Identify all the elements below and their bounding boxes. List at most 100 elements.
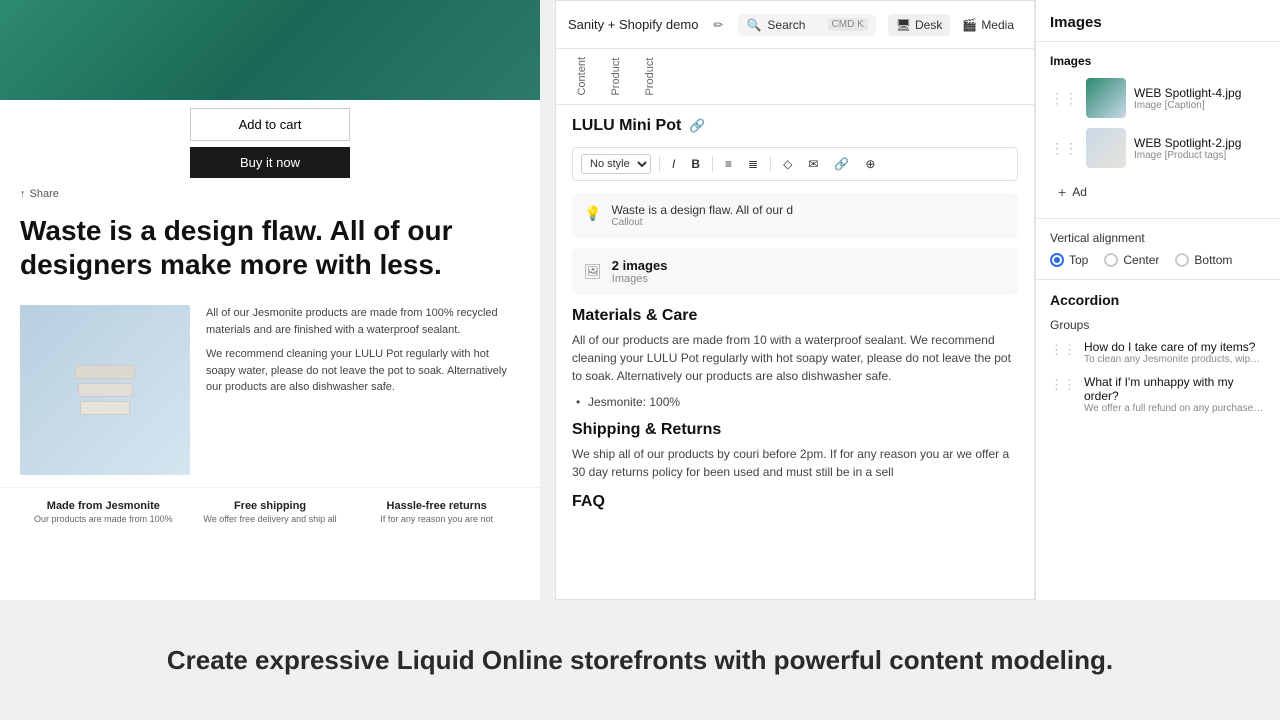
- share-label: Share: [30, 188, 59, 200]
- tab-product-2[interactable]: Product: [632, 49, 666, 104]
- image-name-2: WEB Spotlight-2.jpg: [1134, 136, 1241, 150]
- images-label: Images: [612, 273, 668, 285]
- view-tabs: 🖥 Desk 🎬 Media: [888, 14, 1022, 36]
- section-title-materials: Materials & Care: [572, 307, 1018, 325]
- callout-button[interactable]: ◇: [779, 155, 796, 173]
- editor-nav-tabs: Content Product Product: [556, 49, 1034, 105]
- va-radio-center: [1104, 253, 1118, 267]
- editor-panel: Sanity + Shopify demo ✏ 🔍 Search CMD K 🖥…: [555, 0, 1035, 600]
- section-title-shipping: Shipping & Returns: [572, 421, 1018, 439]
- toolbar-divider-2: [712, 156, 713, 172]
- desk-icon: 🖥: [896, 18, 911, 32]
- images-block[interactable]: 🖼 2 images Images: [572, 248, 1018, 295]
- accordion-item-title-1: How do I take care of my items?: [1084, 340, 1264, 354]
- numbered-list-button[interactable]: ≣: [744, 155, 762, 173]
- style-select[interactable]: No style: [581, 154, 651, 174]
- accordion-item-preview-1: To clean any Jesmonite products, wipe do: [1084, 354, 1264, 365]
- bottom-feature-shipping: Free shipping We offer free delivery and…: [187, 500, 354, 524]
- vertical-alignment-section: Vertical alignment Top Center Bottom: [1036, 219, 1280, 280]
- accordion-section: Accordion Groups ⋮⋮ How do I take care o…: [1036, 280, 1280, 436]
- feature-text: All of our Jesmonite products are made f…: [206, 305, 520, 475]
- accordion-item-title-2: What if I'm unhappy with my order?: [1084, 375, 1266, 403]
- images-count: 2 images: [612, 258, 668, 273]
- accordion-item-content-2: What if I'm unhappy with my order? We of…: [1084, 375, 1266, 414]
- toolbar-divider-1: [659, 156, 660, 172]
- section-body-materials: All of our products are made from 10 wit…: [572, 331, 1018, 385]
- tab-content[interactable]: Content: [564, 49, 598, 104]
- add-to-cart-button[interactable]: Add to cart: [190, 108, 350, 141]
- accordion-drag-2[interactable]: ⋮⋮: [1050, 377, 1076, 393]
- section-body-shipping: We ship all of our products by couri bef…: [572, 445, 1018, 481]
- va-option-bottom[interactable]: Bottom: [1175, 253, 1232, 267]
- images-icon: 🖼: [584, 263, 602, 280]
- italic-button[interactable]: I: [668, 155, 679, 173]
- bottom-feature-returns: Hassle-free returns If for any reason yo…: [353, 500, 520, 524]
- buy-it-now-button[interactable]: Buy it now: [190, 147, 350, 178]
- va-radio-top: [1050, 253, 1064, 267]
- image-info-1: WEB Spotlight-4.jpg Image [Caption]: [1134, 86, 1241, 111]
- toolbar-divider-3: [770, 156, 771, 172]
- editor-page-title: LULU Mini Pot 🔗: [572, 117, 1018, 135]
- share-icon: ↑: [20, 188, 26, 200]
- tagline-text: Create expressive Liquid Online storefro…: [167, 645, 1113, 676]
- embed-button[interactable]: ⊕: [861, 155, 879, 173]
- share-link[interactable]: ↑ Share: [0, 186, 540, 202]
- tab-desk[interactable]: 🖥 Desk: [888, 14, 951, 36]
- preview-features-section: All of our Jesmonite products are made f…: [0, 293, 540, 487]
- bottom-feature-jesmonite: Made from Jesmonite Our products are mad…: [20, 500, 187, 524]
- bullet-list-button[interactable]: ≡: [721, 155, 736, 173]
- va-label-top: Top: [1069, 253, 1088, 267]
- va-options: Top Center Bottom: [1050, 253, 1266, 267]
- bottom-tagline-section: Create expressive Liquid Online storefro…: [0, 600, 1280, 720]
- accordion-groups-title: Groups: [1050, 318, 1266, 332]
- search-shortcut: CMD K: [828, 18, 868, 31]
- callout-label: Callout: [611, 217, 793, 228]
- feature-image: [20, 305, 190, 475]
- link-icon[interactable]: 🔗: [689, 118, 705, 134]
- image-item-2: ⋮⋮ WEB Spotlight-2.jpg Image [Product ta…: [1050, 128, 1266, 168]
- images-section-title: Images: [1050, 54, 1266, 68]
- va-radio-bottom: [1175, 253, 1189, 267]
- tab-media[interactable]: 🎬 Media: [954, 14, 1022, 36]
- accordion-item-2: ⋮⋮ What if I'm unhappy with my order? We…: [1050, 375, 1266, 414]
- add-image-button[interactable]: + Ad: [1050, 178, 1266, 206]
- link-button[interactable]: 🔗: [830, 155, 853, 173]
- callout-text: Waste is a design flaw. All of our d: [611, 203, 793, 217]
- va-option-top[interactable]: Top: [1050, 253, 1088, 267]
- callout-icon: 💡: [584, 205, 601, 222]
- preview-headline: Waste is a design flaw. All of our desig…: [0, 202, 540, 293]
- edit-icon[interactable]: ✏: [710, 17, 726, 33]
- email-button[interactable]: ✉: [804, 155, 822, 173]
- bold-button[interactable]: B: [687, 155, 704, 173]
- images-info: 2 images Images: [612, 258, 668, 285]
- tab-product-1[interactable]: Product: [598, 49, 632, 104]
- bullet-jesmonite: Jesmonite: 100%: [572, 395, 1018, 409]
- site-name: Sanity + Shopify demo: [568, 17, 698, 32]
- search-icon: 🔍: [746, 18, 761, 32]
- add-icon: +: [1058, 184, 1066, 200]
- add-label: Ad: [1072, 185, 1087, 199]
- va-label-center: Center: [1123, 253, 1159, 267]
- preview-product-image: [0, 0, 540, 100]
- callout-content: Waste is a design flaw. All of our d Cal…: [611, 203, 793, 228]
- editor-main: LULU Mini Pot 🔗 No style I B ≡ ≣ ◇ ✉ 🔗 ⊕: [556, 105, 1034, 599]
- accordion-title: Accordion: [1050, 292, 1266, 308]
- image-name-1: WEB Spotlight-4.jpg: [1134, 86, 1241, 100]
- image-item-1: ⋮⋮ WEB Spotlight-4.jpg Image [Caption]: [1050, 78, 1266, 118]
- drag-handle-1[interactable]: ⋮⋮: [1050, 90, 1078, 107]
- preview-panel: Add to cart Buy it now ↑ Share Waste is …: [0, 0, 540, 600]
- editor-content-area: LULU Mini Pot 🔗 No style I B ≡ ≣ ◇ ✉ 🔗 ⊕: [556, 105, 1034, 599]
- drag-handle-2[interactable]: ⋮⋮: [1050, 140, 1078, 157]
- accordion-drag-1[interactable]: ⋮⋮: [1050, 342, 1076, 358]
- va-label-bottom: Bottom: [1194, 253, 1232, 267]
- search-input[interactable]: Search: [767, 18, 821, 32]
- search-bar[interactable]: 🔍 Search CMD K: [738, 14, 875, 36]
- va-option-center[interactable]: Center: [1104, 253, 1159, 267]
- editor-topbar: Sanity + Shopify demo ✏ 🔍 Search CMD K 🖥…: [556, 1, 1034, 49]
- image-thumbnail-1: [1086, 78, 1126, 118]
- image-thumbnail-2: [1086, 128, 1126, 168]
- accordion-item-content-1: How do I take care of my items? To clean…: [1084, 340, 1264, 365]
- image-tag-2: Image [Product tags]: [1134, 150, 1241, 161]
- va-title: Vertical alignment: [1050, 231, 1266, 245]
- preview-bottom-features: Made from Jesmonite Our products are mad…: [0, 487, 540, 536]
